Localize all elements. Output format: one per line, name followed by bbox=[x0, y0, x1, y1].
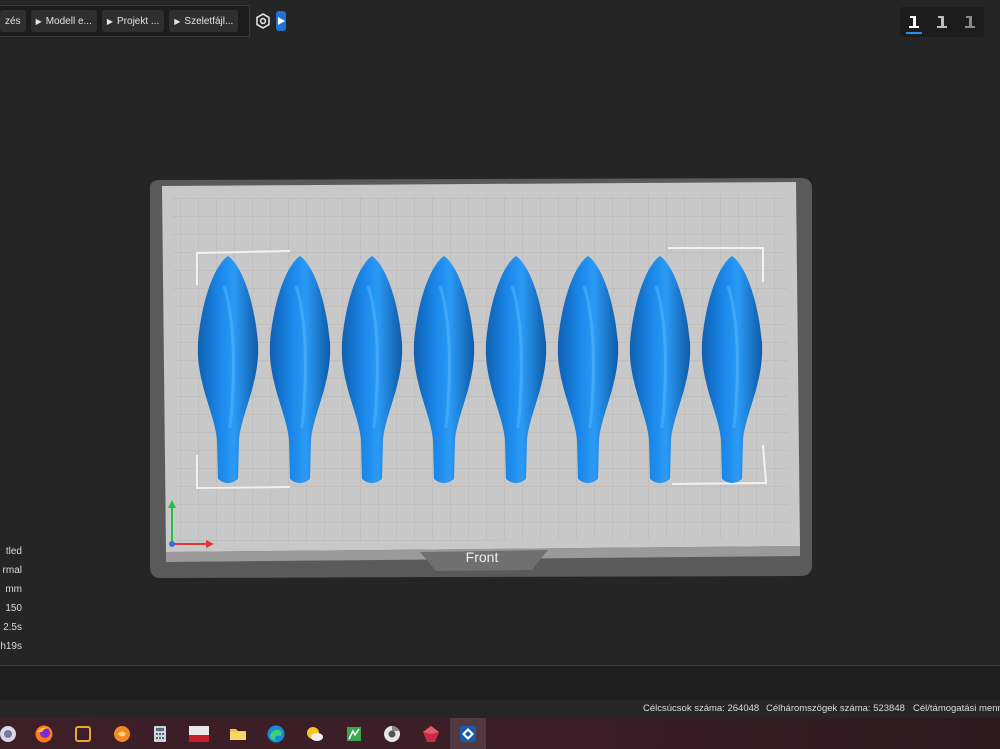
info-line-3: 150 bbox=[5, 603, 22, 614]
taskbar-app-0[interactable] bbox=[0, 722, 20, 746]
taskbar-green-app[interactable] bbox=[342, 722, 366, 746]
status-bar: Célcsúcsok száma: 264048 Célháromszögek … bbox=[0, 700, 1000, 718]
taskbar-slicer-app[interactable] bbox=[450, 718, 486, 749]
calculator-icon bbox=[154, 726, 166, 742]
square-app-icon bbox=[75, 726, 91, 742]
taskbar-file-explorer[interactable] bbox=[226, 722, 250, 746]
taskbar-firefox[interactable] bbox=[32, 722, 56, 746]
bottom-panel bbox=[0, 665, 1000, 700]
app-icon bbox=[0, 726, 16, 742]
taskbar-weather[interactable] bbox=[303, 722, 327, 746]
orange-app-icon bbox=[114, 726, 130, 742]
viewport-3d[interactable]: Front bbox=[0, 0, 1000, 660]
info-line-0: tled bbox=[5, 546, 22, 557]
taskbar-red-gem[interactable] bbox=[419, 722, 443, 746]
taskbar bbox=[0, 718, 1000, 749]
support-label: Cél/támogatási menn bbox=[913, 703, 1000, 714]
red-gem-icon bbox=[423, 726, 439, 742]
chrome-like-icon bbox=[384, 726, 400, 742]
print-info-panel: tled rmal mm 150 2.5s h19s bbox=[0, 545, 22, 659]
triangles-count: Célháromszögek száma: 523848 bbox=[766, 703, 905, 714]
unix-app-icon bbox=[189, 726, 209, 742]
taskbar-square-app[interactable] bbox=[71, 722, 95, 746]
info-line-2: mm bbox=[5, 584, 22, 595]
taskbar-calculator[interactable] bbox=[148, 722, 172, 746]
green-app-icon bbox=[347, 727, 361, 741]
vertices-count: Célcsúcsok száma: 264048 bbox=[643, 703, 760, 714]
folder-icon bbox=[230, 729, 246, 740]
info-line-1: rmal bbox=[2, 565, 22, 576]
info-line-4: 2.5s bbox=[3, 622, 22, 633]
build-plate-grid bbox=[172, 194, 790, 543]
slicer-app-icon bbox=[460, 725, 476, 742]
taskbar-unix-app[interactable] bbox=[187, 722, 211, 746]
edge-icon bbox=[267, 725, 285, 743]
taskbar-chrome-like[interactable] bbox=[380, 722, 404, 746]
taskbar-orange-app[interactable] bbox=[110, 722, 134, 746]
info-line-5: h19s bbox=[0, 641, 22, 652]
front-label: Front bbox=[466, 549, 499, 565]
taskbar-edge[interactable] bbox=[264, 722, 288, 746]
firefox-icon bbox=[35, 725, 53, 743]
weather-icon bbox=[307, 727, 323, 741]
